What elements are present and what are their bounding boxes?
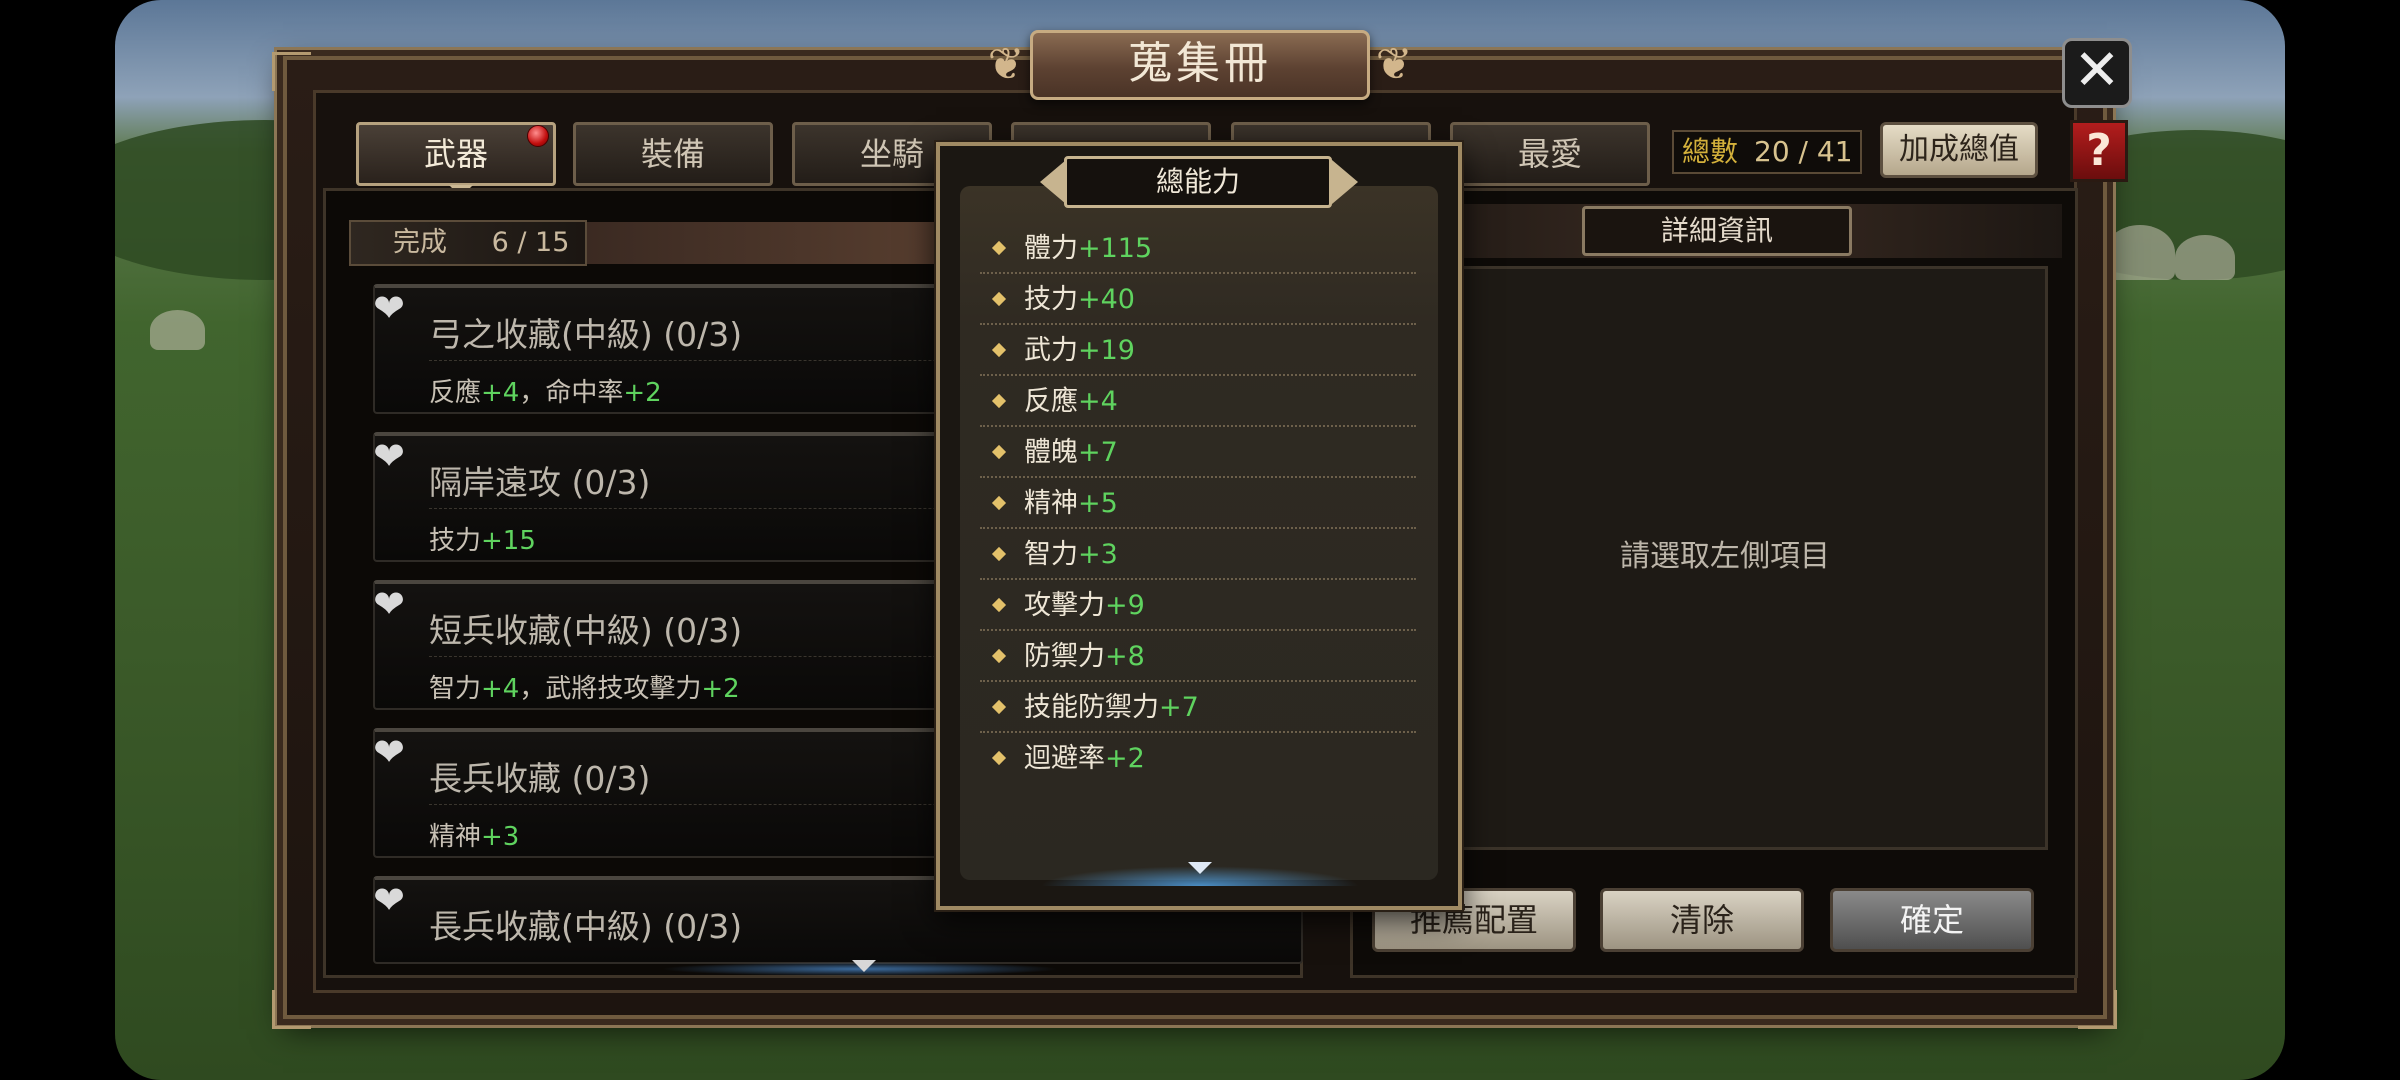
clear-button[interactable]: 清除 <box>1600 888 1804 952</box>
collection-effects: 智力+4，武將技攻擊力+2 <box>429 674 740 704</box>
frame-corner-ornament <box>2078 990 2117 1029</box>
stat-row: 武力+19 <box>980 326 1416 376</box>
stat-row: 技能防禦力+7 <box>980 683 1416 733</box>
collection-title: 長兵收藏 (0/3) <box>429 759 651 798</box>
chevron-down-icon[interactable] <box>852 960 876 972</box>
background-tent <box>2175 235 2235 280</box>
close-icon: ✕ <box>2073 38 2121 103</box>
chevron-down-icon[interactable] <box>1188 862 1212 874</box>
diamond-bullet-icon <box>991 546 1007 562</box>
diamond-bullet-icon <box>991 342 1007 358</box>
diamond-bullet-icon <box>991 750 1007 766</box>
close-button[interactable]: ✕ <box>2062 38 2132 108</box>
frame-corner-ornament <box>272 52 311 91</box>
popup-title: 總能力 <box>1064 156 1332 208</box>
stat-row: 精神+5 <box>980 479 1416 529</box>
background-tent <box>150 310 205 350</box>
diamond-bullet-icon <box>991 495 1007 511</box>
help-button[interactable]: ? <box>2070 120 2128 182</box>
bonus-total-button[interactable]: 加成總值 <box>1880 122 2038 178</box>
frame-corner-ornament <box>272 990 311 1029</box>
total-count-value: 20 / 41 <box>1754 135 1853 168</box>
diamond-bullet-icon <box>991 699 1007 715</box>
diamond-bullet-icon <box>991 648 1007 664</box>
completion-label: 完成 <box>393 227 447 258</box>
background-tent <box>2105 225 2175 280</box>
heart-icon[interactable]: ❤ <box>367 878 411 922</box>
tab-label: 武器 <box>423 135 488 173</box>
diamond-bullet-icon <box>991 597 1007 613</box>
plate-wing-left <box>1040 160 1066 204</box>
collection-title: 短兵收藏(中級) (0/3) <box>429 611 743 650</box>
heart-icon[interactable]: ❤ <box>367 434 411 478</box>
tab-favorites[interactable]: 最愛 <box>1450 122 1650 186</box>
window-title: 蒐集冊 <box>1030 30 1370 100</box>
detail-placeholder: 請選取左側項目 <box>1620 539 1830 574</box>
tab-label: 最愛 <box>1517 135 1582 173</box>
diamond-bullet-icon <box>991 393 1007 409</box>
stat-row: 攻擊力+9 <box>980 581 1416 631</box>
stat-row: 反應+4 <box>980 377 1416 427</box>
heart-icon[interactable]: ❤ <box>367 730 411 774</box>
collection-effects: 技力+15 <box>429 526 536 556</box>
stat-row: 體魄+7 <box>980 428 1416 478</box>
tab-label: 裝備 <box>640 135 705 173</box>
heart-icon[interactable]: ❤ <box>367 582 411 626</box>
total-count-label: 總數 <box>1682 135 1739 168</box>
plate-wing-right <box>1332 160 1358 204</box>
collection-title: 弓之收藏(中級) (0/3) <box>429 315 743 354</box>
completion-value: 6 / 15 <box>491 227 570 258</box>
tab-equipment[interactable]: 裝備 <box>573 122 773 186</box>
heart-icon[interactable]: ❤ <box>367 286 411 330</box>
collection-title: 長兵收藏(中級) (0/3) <box>429 907 743 946</box>
title-ornament-left: ❦ <box>987 39 1025 90</box>
total-count: 總數 20 / 41 <box>1672 130 1862 174</box>
notification-dot-icon <box>527 125 549 147</box>
completion-status: 完成 6 / 15 <box>349 220 587 266</box>
tab-label: 坐騎 <box>859 135 924 173</box>
stat-row: 技力+40 <box>980 275 1416 325</box>
stat-row: 智力+3 <box>980 530 1416 580</box>
title-ornament-right: ❦ <box>1375 39 1413 90</box>
diamond-bullet-icon <box>991 444 1007 460</box>
collection-title: 隔岸遠攻 (0/3) <box>429 463 651 502</box>
question-mark-icon: ? <box>2086 125 2112 176</box>
stat-row: 體力+115 <box>980 224 1416 274</box>
collection-effects: 反應+4，命中率+2 <box>429 378 662 408</box>
collection-effects: 精神+3 <box>429 822 520 852</box>
detail-content-box: 請選取左側項目 <box>1402 266 2048 850</box>
diamond-bullet-icon <box>991 291 1007 307</box>
diamond-bullet-icon <box>991 240 1007 256</box>
stat-row: 迴避率+2 <box>980 734 1416 784</box>
tab-weapons[interactable]: 武器 <box>356 122 556 197</box>
detail-title: 詳細資訊 <box>1582 206 1852 256</box>
confirm-button[interactable]: 確定 <box>1830 888 2034 952</box>
stat-row: 防禦力+8 <box>980 632 1416 682</box>
